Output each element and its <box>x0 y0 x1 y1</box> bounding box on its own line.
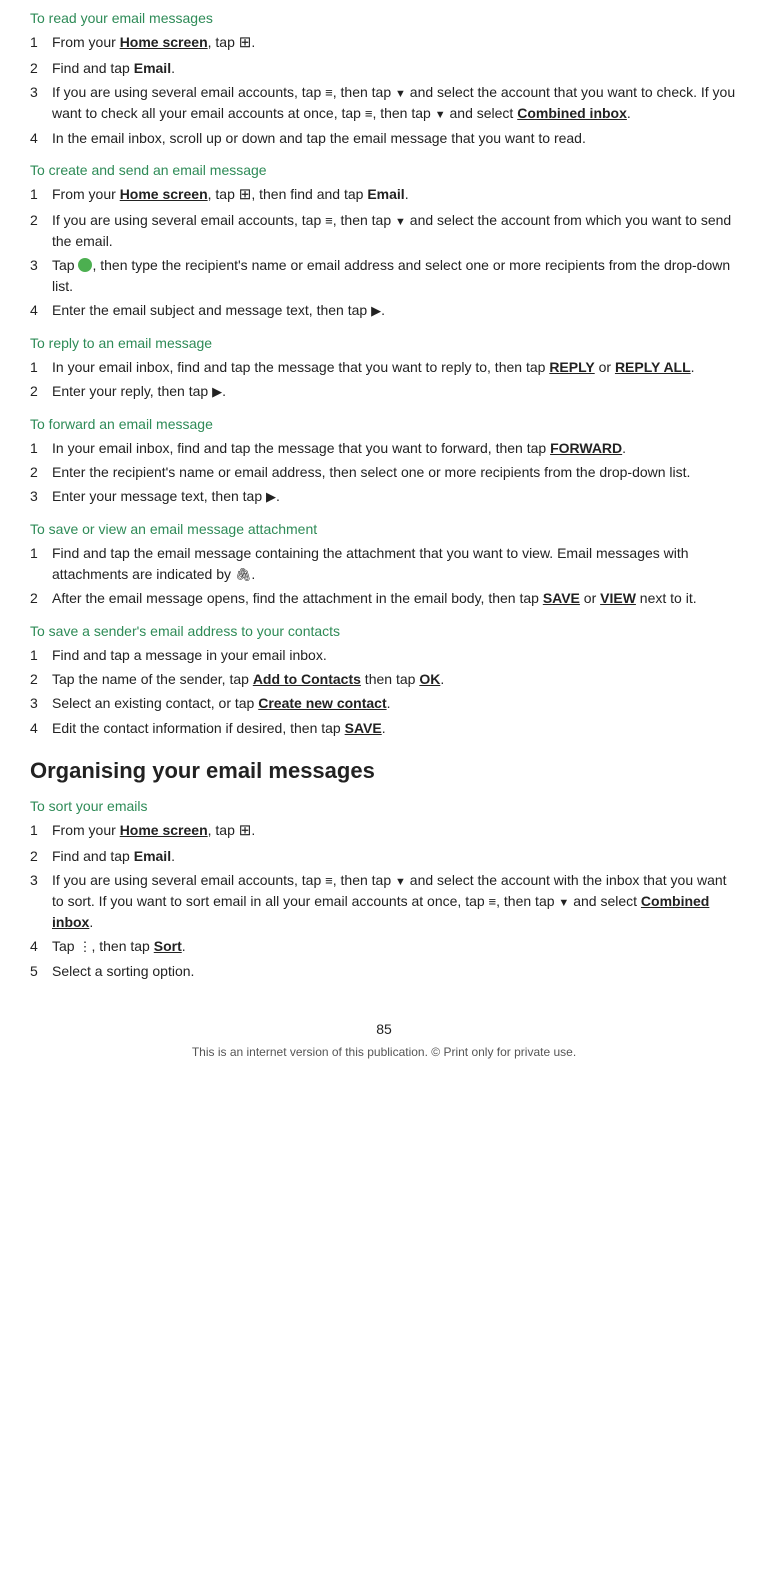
list-text: From your Home screen, tap ⊞, then find … <box>52 184 409 206</box>
list-number: 4 <box>30 936 52 957</box>
list-number: 2 <box>30 462 52 482</box>
list-text: Enter the recipient's name or email addr… <box>52 462 690 482</box>
footer-note: This is an internet version of this publ… <box>192 1045 576 1059</box>
list-item: 1 In your email inbox, find and tap the … <box>30 357 738 377</box>
list-item: 3 If you are using several email account… <box>30 82 738 124</box>
list-item: 2 Find and tap Email. <box>30 846 738 866</box>
list-forward-email: 1 In your email inbox, find and tap the … <box>30 438 738 507</box>
list-number: 4 <box>30 128 52 148</box>
list-item: 2 Enter the recipient's name or email ad… <box>30 462 738 482</box>
list-item: 1 Find and tap a message in your email i… <box>30 645 738 665</box>
list-number: 2 <box>30 381 52 402</box>
list-number: 2 <box>30 669 52 689</box>
page-content: To read your email messages 1 From your … <box>30 10 738 1069</box>
list-number: 2 <box>30 210 52 251</box>
heading-sort-emails: To sort your emails <box>30 798 738 814</box>
list-text: Find and tap the email message containin… <box>52 543 738 584</box>
list-text: Find and tap Email. <box>52 846 175 866</box>
list-item: 2 Find and tap Email. <box>30 58 738 78</box>
list-item: 4 Enter the email subject and message te… <box>30 300 738 321</box>
list-number: 1 <box>30 184 52 206</box>
heading-save-sender-contact: To save a sender's email address to your… <box>30 623 738 639</box>
list-text: In the email inbox, scroll up or down an… <box>52 128 586 148</box>
list-number: 1 <box>30 820 52 842</box>
list-text: Select a sorting option. <box>52 961 194 981</box>
list-text: Find and tap a message in your email inb… <box>52 645 327 665</box>
list-item: 3 If you are using several email account… <box>30 870 738 932</box>
list-item: 2 Tap the name of the sender, tap Add to… <box>30 669 738 689</box>
list-item: 3 Enter your message text, then tap ▶. <box>30 486 738 507</box>
list-item: 1 From your Home screen, tap ⊞. <box>30 32 738 54</box>
list-item: 2 Enter your reply, then tap ▶. <box>30 381 738 402</box>
heading-forward-email: To forward an email message <box>30 416 738 432</box>
heading-reply-email: To reply to an email message <box>30 335 738 351</box>
list-item: 5 Select a sorting option. <box>30 961 738 981</box>
list-number: 2 <box>30 588 52 608</box>
list-text: In your email inbox, find and tap the me… <box>52 438 626 458</box>
list-number: 3 <box>30 255 52 296</box>
list-item: 1 In your email inbox, find and tap the … <box>30 438 738 458</box>
list-text: Enter your message text, then tap ▶. <box>52 486 280 507</box>
list-text: From your Home screen, tap ⊞. <box>52 32 255 54</box>
list-text: From your Home screen, tap ⊞. <box>52 820 255 842</box>
list-text: If you are using several email accounts,… <box>52 82 738 124</box>
list-text: Edit the contact information if desired,… <box>52 718 386 738</box>
list-text: Tap , then type the recipient's name or … <box>52 255 738 296</box>
list-sort-emails: 1 From your Home screen, tap ⊞. 2 Find a… <box>30 820 738 981</box>
list-read-email: 1 From your Home screen, tap ⊞. 2 Find a… <box>30 32 738 148</box>
list-item: 3 Tap , then type the recipient's name o… <box>30 255 738 296</box>
heading-save-view-attachment: To save or view an email message attachm… <box>30 521 738 537</box>
list-item: 4 In the email inbox, scroll up or down … <box>30 128 738 148</box>
list-number: 4 <box>30 718 52 738</box>
list-number: 4 <box>30 300 52 321</box>
large-section-title: Organising your email messages <box>30 758 738 784</box>
list-item: 1 From your Home screen, tap ⊞. <box>30 820 738 842</box>
list-text: Enter your reply, then tap ▶. <box>52 381 226 402</box>
list-number: 3 <box>30 82 52 124</box>
list-text: If you are using several email accounts,… <box>52 210 738 251</box>
list-item: 4 Tap ⋮, then tap Sort. <box>30 936 738 957</box>
list-item: 3 Select an existing contact, or tap Cre… <box>30 693 738 713</box>
list-number: 3 <box>30 693 52 713</box>
list-text: Select an existing contact, or tap Creat… <box>52 693 391 713</box>
page-number: 85 <box>30 1021 738 1037</box>
list-text: In your email inbox, find and tap the me… <box>52 357 695 377</box>
list-number: 2 <box>30 58 52 78</box>
list-item: 1 Find and tap the email message contain… <box>30 543 738 584</box>
list-number: 1 <box>30 645 52 665</box>
list-item: 1 From your Home screen, tap ⊞, then fin… <box>30 184 738 206</box>
heading-create-send: To create and send an email message <box>30 162 738 178</box>
list-number: 5 <box>30 961 52 981</box>
list-number: 1 <box>30 32 52 54</box>
list-text: If you are using several email accounts,… <box>52 870 738 932</box>
list-item: 2 After the email message opens, find th… <box>30 588 738 608</box>
list-save-sender-contact: 1 Find and tap a message in your email i… <box>30 645 738 738</box>
page-footer: 85 This is an internet version of this p… <box>30 1021 738 1069</box>
list-text: Tap the name of the sender, tap Add to C… <box>52 669 444 689</box>
list-save-view-attachment: 1 Find and tap the email message contain… <box>30 543 738 608</box>
list-text: Tap ⋮, then tap Sort. <box>52 936 186 957</box>
list-item: 2 If you are using several email account… <box>30 210 738 251</box>
list-number: 2 <box>30 846 52 866</box>
list-number: 1 <box>30 543 52 584</box>
list-item: 4 Edit the contact information if desire… <box>30 718 738 738</box>
list-number: 1 <box>30 438 52 458</box>
list-create-send: 1 From your Home screen, tap ⊞, then fin… <box>30 184 738 320</box>
list-reply-email: 1 In your email inbox, find and tap the … <box>30 357 738 402</box>
list-number: 3 <box>30 870 52 932</box>
list-number: 3 <box>30 486 52 507</box>
list-text: Find and tap Email. <box>52 58 175 78</box>
list-text: Enter the email subject and message text… <box>52 300 385 321</box>
heading-read-email: To read your email messages <box>30 10 738 26</box>
list-number: 1 <box>30 357 52 377</box>
list-text: After the email message opens, find the … <box>52 588 697 608</box>
